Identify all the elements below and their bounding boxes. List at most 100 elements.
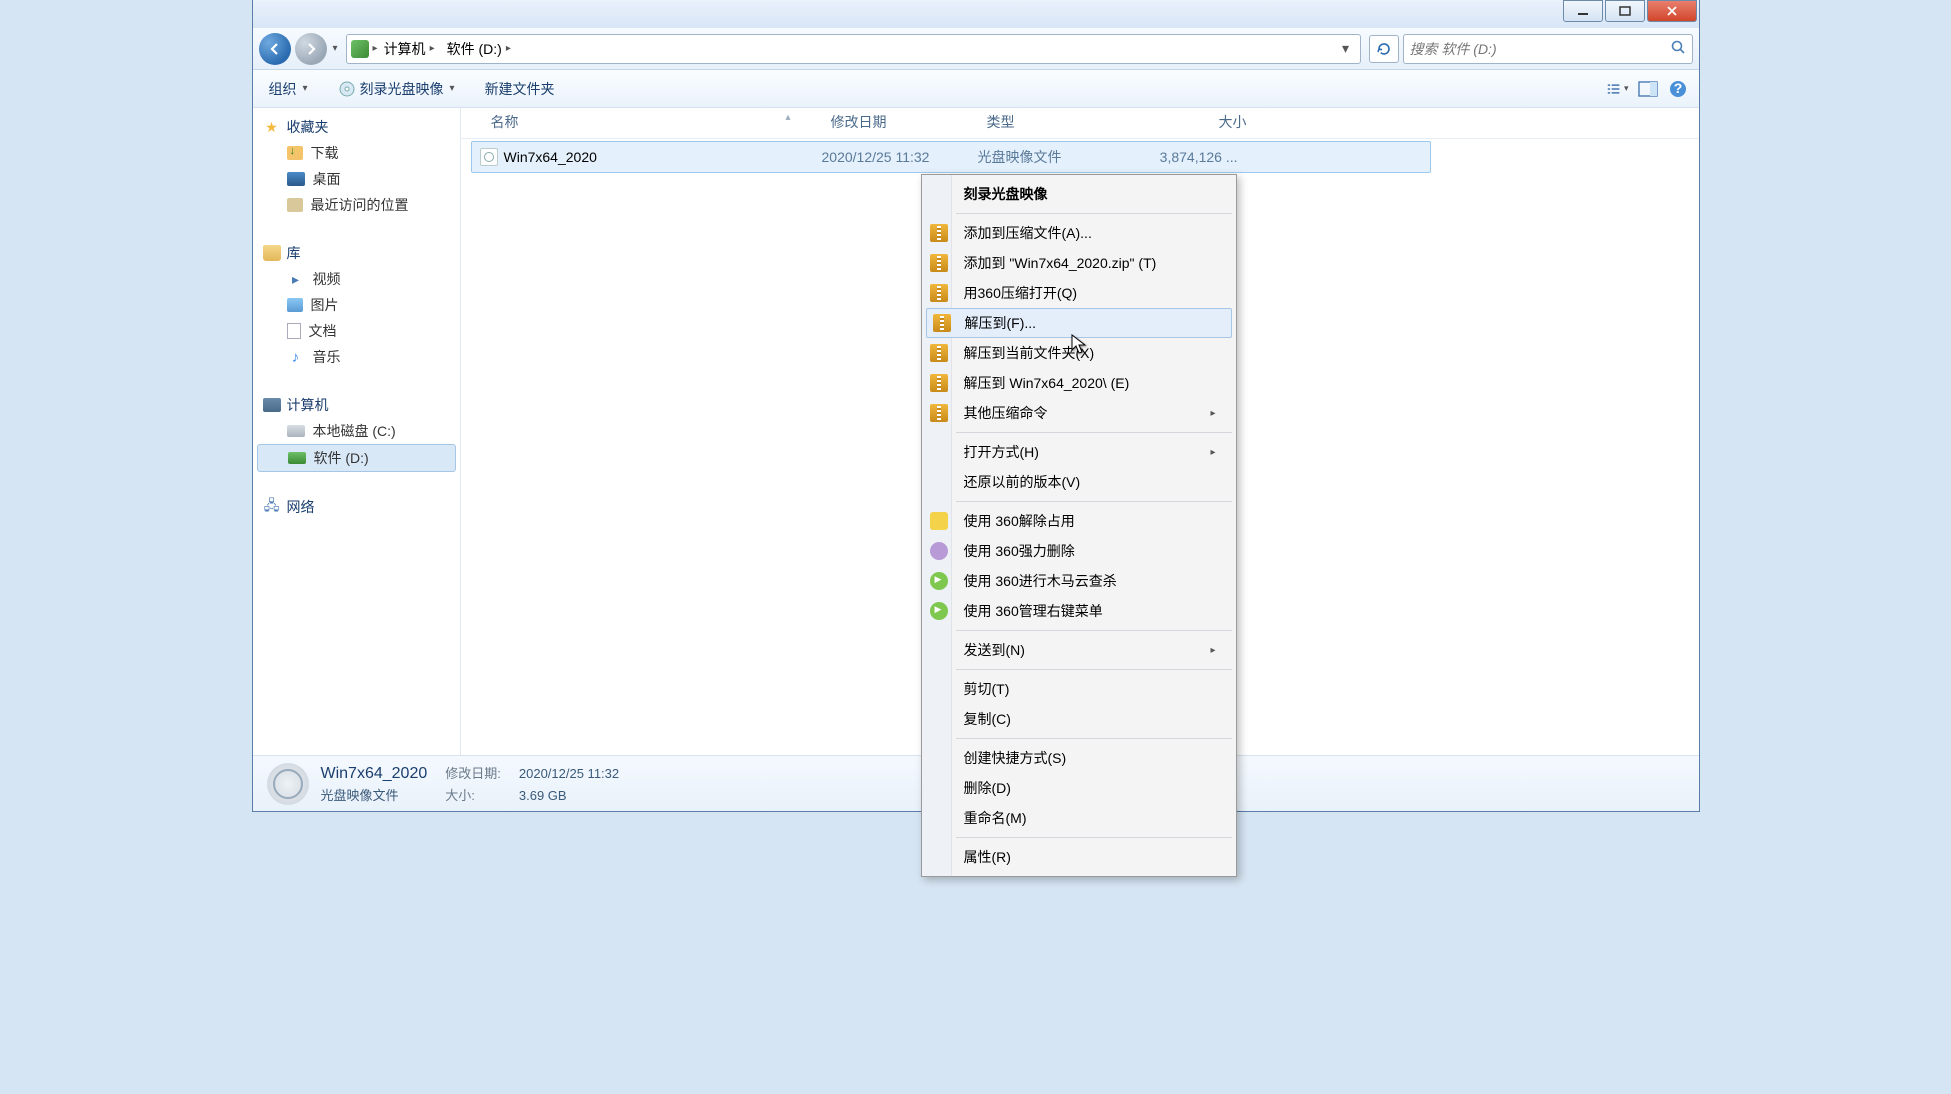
- ctx-separator: [956, 630, 1232, 631]
- drive-icon: [351, 40, 369, 58]
- column-name[interactable]: 名称 ▴: [491, 112, 831, 132]
- ctx-separator: [956, 738, 1232, 739]
- sidebar-item-pictures[interactable]: 图片: [253, 292, 460, 318]
- desktop-icon: [287, 172, 305, 186]
- address-dropdown-icon[interactable]: ▾: [1336, 40, 1356, 57]
- history-dropdown-icon[interactable]: ▾: [333, 43, 338, 54]
- ctx-360-menu[interactable]: 使用 360管理右键菜单: [924, 596, 1234, 626]
- sidebar-item-drive-d[interactable]: 软件 (D:): [257, 444, 456, 472]
- library-icon: [263, 245, 281, 261]
- sidebar-item-videos[interactable]: 视频: [253, 266, 460, 292]
- column-type[interactable]: 类型: [987, 112, 1147, 132]
- column-date[interactable]: 修改日期: [831, 112, 987, 132]
- ctx-add-archive[interactable]: 添加到压缩文件(A)...: [924, 218, 1234, 248]
- 360-icon: [930, 542, 948, 560]
- search-input[interactable]: [1410, 41, 1686, 57]
- sidebar-item-drive-c[interactable]: 本地磁盘 (C:): [253, 418, 460, 444]
- file-size: 3,874,126 ...: [1138, 149, 1238, 165]
- maximize-button[interactable]: [1605, 0, 1645, 22]
- ctx-open-360zip[interactable]: 用360压缩打开(Q): [924, 278, 1234, 308]
- address-bar[interactable]: ▸ 计算机 ▸ 软件 (D:) ▸ ▾: [346, 34, 1361, 64]
- organize-button[interactable]: 组织▾: [263, 75, 314, 103]
- sidebar-item-recent[interactable]: 最近访问的位置: [253, 192, 460, 218]
- picture-icon: [287, 298, 303, 312]
- explorer-window: ▾ ▸ 计算机 ▸ 软件 (D:) ▸ ▾ 组织▾ 刻录光盘映像▾ 新建文件夹 …: [252, 0, 1700, 812]
- archive-icon: [930, 374, 948, 392]
- file-row[interactable]: Win7x64_2020 2020/12/25 11:32 光盘映像文件 3,8…: [471, 141, 1431, 173]
- sidebar-favorites-head[interactable]: 收藏夹: [253, 114, 460, 140]
- close-button[interactable]: [1647, 0, 1697, 22]
- details-date-value: 2020/12/25 11:32: [519, 766, 619, 781]
- ctx-send-to[interactable]: 发送到(N)▸: [924, 635, 1234, 665]
- ctx-360-unlock[interactable]: 使用 360解除占用: [924, 506, 1234, 536]
- ctx-shortcut[interactable]: 创建快捷方式(S): [924, 743, 1234, 773]
- window-titlebar: [253, 0, 1699, 28]
- ctx-other-zip[interactable]: 其他压缩命令▸: [924, 398, 1234, 428]
- ctx-separator: [956, 501, 1232, 502]
- 360-icon: [930, 572, 948, 590]
- preview-pane-button[interactable]: [1637, 78, 1659, 100]
- breadcrumb-computer[interactable]: 计算机 ▸: [378, 39, 441, 59]
- context-menu: 刻录光盘映像 添加到压缩文件(A)... 添加到 "Win7x64_2020.z…: [921, 174, 1237, 877]
- new-folder-button[interactable]: 新建文件夹: [479, 75, 561, 103]
- details-date-label: 修改日期:: [445, 763, 501, 782]
- submenu-arrow-icon: ▸: [1210, 645, 1215, 656]
- ctx-rename[interactable]: 重命名(M): [924, 803, 1234, 833]
- video-icon: [287, 270, 305, 288]
- ctx-copy[interactable]: 复制(C): [924, 704, 1234, 734]
- explorer-body: 收藏夹 下载 桌面 最近访问的位置 库 视频 图片 文档 音乐 计算机 本地磁盘…: [253, 108, 1699, 755]
- help-button[interactable]: ?: [1667, 78, 1689, 100]
- archive-icon: [930, 254, 948, 272]
- file-date: 2020/12/25 11:32: [822, 149, 978, 165]
- details-file-type: 光盘映像文件: [321, 785, 428, 804]
- forward-button[interactable]: [295, 33, 327, 65]
- sidebar-libraries-head[interactable]: 库: [253, 240, 460, 266]
- ctx-separator: [956, 213, 1232, 214]
- search-box[interactable]: [1403, 34, 1693, 64]
- file-name: Win7x64_2020: [504, 149, 822, 165]
- drive-d-icon: [288, 452, 306, 464]
- downloads-icon: [287, 146, 303, 160]
- minimize-button[interactable]: [1563, 0, 1603, 22]
- ctx-separator: [956, 432, 1232, 433]
- computer-icon: [263, 398, 281, 412]
- ctx-360-force[interactable]: 使用 360强力删除: [924, 536, 1234, 566]
- sidebar-item-music[interactable]: 音乐: [253, 344, 460, 370]
- breadcrumb-drive[interactable]: 软件 (D:) ▸: [441, 39, 517, 59]
- svg-text:?: ?: [1673, 80, 1682, 96]
- archive-icon: [933, 314, 951, 332]
- archive-icon: [930, 344, 948, 362]
- ctx-separator: [956, 669, 1232, 670]
- sidebar-computer-head[interactable]: 计算机: [253, 392, 460, 418]
- star-icon: [263, 118, 281, 136]
- archive-icon: [930, 224, 948, 242]
- refresh-button[interactable]: [1369, 35, 1399, 63]
- sidebar-item-desktop[interactable]: 桌面: [253, 166, 460, 192]
- burn-image-button[interactable]: 刻录光盘映像▾: [332, 75, 461, 103]
- document-icon: [287, 323, 301, 339]
- sidebar-item-documents[interactable]: 文档: [253, 318, 460, 344]
- archive-icon: [930, 404, 948, 422]
- search-icon[interactable]: [1670, 39, 1686, 58]
- ctx-extract-named[interactable]: 解压到 Win7x64_2020\ (E): [924, 368, 1234, 398]
- file-list-area[interactable]: 名称 ▴ 修改日期 类型 大小 Win7x64_2020 2020/12/25 …: [461, 108, 1699, 755]
- submenu-arrow-icon: ▸: [1210, 447, 1215, 458]
- view-options-button[interactable]: ▾: [1607, 78, 1629, 100]
- recent-icon: [287, 198, 303, 212]
- ctx-add-zip[interactable]: 添加到 "Win7x64_2020.zip" (T): [924, 248, 1234, 278]
- navigation-sidebar: 收藏夹 下载 桌面 最近访问的位置 库 视频 图片 文档 音乐 计算机 本地磁盘…: [253, 108, 461, 755]
- sidebar-network-head[interactable]: 网络: [253, 494, 460, 520]
- ctx-properties[interactable]: 属性(R): [924, 842, 1234, 872]
- column-headers: 名称 ▴ 修改日期 类型 大小: [461, 108, 1699, 139]
- column-size[interactable]: 大小: [1147, 112, 1247, 132]
- sidebar-item-downloads[interactable]: 下载: [253, 140, 460, 166]
- ctx-360-scan[interactable]: 使用 360进行木马云查杀: [924, 566, 1234, 596]
- ctx-restore-prev[interactable]: 还原以前的版本(V): [924, 467, 1234, 497]
- archive-icon: [930, 284, 948, 302]
- ctx-delete[interactable]: 删除(D): [924, 773, 1234, 803]
- ctx-cut[interactable]: 剪切(T): [924, 674, 1234, 704]
- ctx-burn-image[interactable]: 刻录光盘映像: [924, 179, 1234, 209]
- music-icon: [287, 348, 305, 366]
- ctx-open-with[interactable]: 打开方式(H)▸: [924, 437, 1234, 467]
- back-button[interactable]: [259, 33, 291, 65]
